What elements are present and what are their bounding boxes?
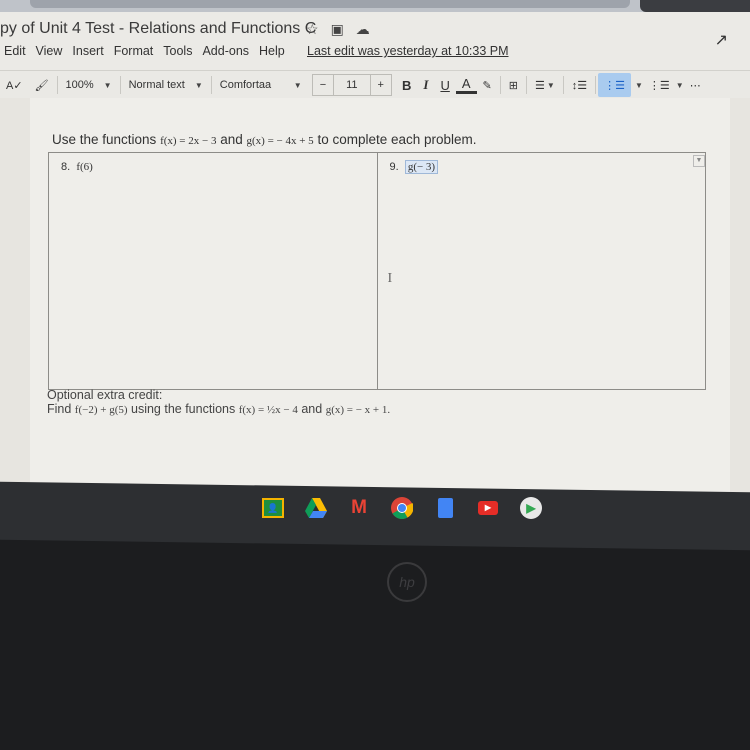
problem-table: 8. f(6) 9. g(− 3) ▼ I — [48, 152, 706, 390]
browser-tab-strip — [0, 0, 750, 12]
youtube-icon[interactable]: ▶ — [477, 497, 499, 519]
selected-problem-expression[interactable]: g(− 3) — [404, 160, 439, 174]
problem-cell[interactable]: 9. g(− 3) ▼ I — [378, 153, 705, 389]
hp-logo-icon: hp — [387, 562, 427, 602]
chevron-down-icon[interactable]: ▼ — [635, 81, 643, 90]
drive-icon[interactable] — [305, 497, 327, 519]
extra-g-definition: g(x) = − x + 1. — [325, 404, 391, 416]
numbered-list-icon[interactable]: ⋮☰ — [598, 73, 631, 97]
cloud-status-icon[interactable]: ☁ — [356, 21, 370, 38]
menu-edit[interactable]: Edit — [4, 44, 26, 58]
toolbar: A✓ 🖌 100% ▼ Normal text ▼ Comfortaa ▼ − 11 … — [0, 70, 750, 100]
menu-tools[interactable]: Tools — [163, 44, 192, 58]
highlight-icon[interactable]: ✎ — [477, 73, 498, 97]
font-select[interactable]: Comfortaa ▼ — [214, 73, 308, 97]
comment-icon[interactable]: ⊞ — [503, 73, 524, 97]
style-value: Normal text — [128, 79, 185, 91]
zoom-select[interactable]: 100% ▼ — [60, 73, 118, 97]
instruction-text: to complete each problem. — [313, 132, 477, 147]
chevron-down-icon: ▼ — [293, 80, 302, 90]
menu-insert[interactable]: Insert — [72, 44, 103, 58]
bulleted-list-icon[interactable]: ⋮☰ — [643, 73, 676, 97]
docs-header: py of Unit 4 Test - Relations and Functi… — [0, 12, 750, 100]
menu-help[interactable]: Help — [259, 44, 285, 58]
divider — [210, 76, 212, 94]
line-spacing-icon[interactable]: ↕☰ — [566, 73, 593, 97]
italic-button[interactable]: I — [417, 77, 434, 93]
chrome-icon[interactable] — [391, 497, 413, 519]
shelf-apps: 👤 M ▶ ▶ — [262, 497, 542, 519]
divider — [595, 76, 597, 94]
font-size-input[interactable]: 11 — [334, 75, 371, 95]
star-icon[interactable]: ☆ — [306, 21, 319, 38]
divider — [525, 76, 527, 94]
classroom-icon[interactable]: 👤 — [262, 498, 284, 518]
divider — [562, 76, 564, 94]
more-icon[interactable]: ⋯ — [684, 73, 707, 97]
divider — [56, 76, 58, 94]
font-value: Comfortaa — [219, 79, 272, 91]
text-color-button[interactable]: A — [455, 76, 477, 94]
zoom-value: 100% — [65, 79, 94, 91]
problem-expression: f(6) — [76, 161, 93, 173]
move-to-folder-icon[interactable]: ▣ — [331, 21, 344, 38]
extra-credit-text: using the functions — [127, 402, 239, 416]
spellcheck-icon[interactable]: A✓ — [0, 73, 29, 97]
underline-button[interactable]: U — [434, 78, 455, 93]
menu-format[interactable]: Format — [114, 44, 154, 58]
document-title[interactable]: py of Unit 4 Test - Relations and Functi… — [0, 20, 316, 38]
chevron-down-icon[interactable]: ▼ — [676, 81, 684, 90]
extra-credit-text: Find — [47, 402, 75, 416]
problem-number: 8. — [61, 161, 71, 173]
extra-credit-text: and — [297, 402, 326, 416]
browser-tab[interactable] — [30, 0, 630, 8]
chevron-down-icon: ▼ — [103, 80, 112, 90]
increase-font-size-button[interactable]: + — [371, 75, 391, 95]
document-canvas: Use the functions f(x) = 2x − 3 and g(x)… — [0, 98, 750, 495]
last-edit-link[interactable]: Last edit was yesterday at 10:33 PM — [307, 44, 509, 58]
divider — [119, 76, 121, 94]
text-cursor-icon: I — [387, 271, 393, 286]
play-store-icon[interactable]: ▶ — [520, 497, 542, 519]
bold-button[interactable]: B — [396, 78, 417, 93]
instruction-text: Use the functions — [52, 132, 161, 147]
align-icon[interactable]: ☰ ▼ — [529, 73, 561, 97]
paint-format-icon[interactable]: 🖌 — [29, 73, 55, 97]
extra-credit-title: Optional extra credit: — [47, 388, 163, 402]
window-controls[interactable] — [640, 0, 750, 12]
extra-credit-expression: f(−2) + g(5) — [74, 404, 128, 416]
chevron-down-icon: ▼ — [194, 80, 203, 90]
problem-cell[interactable]: 8. f(6) — [49, 153, 378, 389]
f-definition: f(x) = 2x − 3 — [160, 135, 217, 147]
font-size-control: − 11 + — [311, 74, 392, 96]
gmail-icon[interactable]: M — [348, 497, 370, 519]
docs-icon[interactable] — [434, 497, 456, 519]
menu-view[interactable]: View — [36, 44, 63, 58]
instructions: Use the functions f(x) = 2x − 3 and g(x)… — [52, 132, 477, 147]
menu-add-ons[interactable]: Add-ons — [202, 44, 249, 58]
menu-bar: Edit View Insert Format Tools Add-ons He… — [4, 44, 285, 58]
style-select[interactable]: Normal text ▼ — [123, 73, 209, 97]
divider — [499, 76, 501, 94]
document-page[interactable]: Use the functions f(x) = 2x − 3 and g(x)… — [30, 98, 730, 495]
screen: py of Unit 4 Test - Relations and Functi… — [0, 0, 750, 495]
instruction-text: and — [216, 132, 247, 147]
decrease-font-size-button[interactable]: − — [313, 75, 335, 95]
activity-trend-icon[interactable]: ↗ — [715, 30, 728, 50]
extra-credit: Optional extra credit: Find f(−2) + g(5)… — [47, 388, 390, 417]
extra-f-definition: f(x) = ½x − 4 — [238, 404, 298, 416]
problem-number: 9. — [389, 161, 399, 173]
g-definition: g(x) = − 4x + 5 — [246, 135, 314, 147]
table-cell-menu-icon[interactable]: ▼ — [693, 155, 705, 167]
